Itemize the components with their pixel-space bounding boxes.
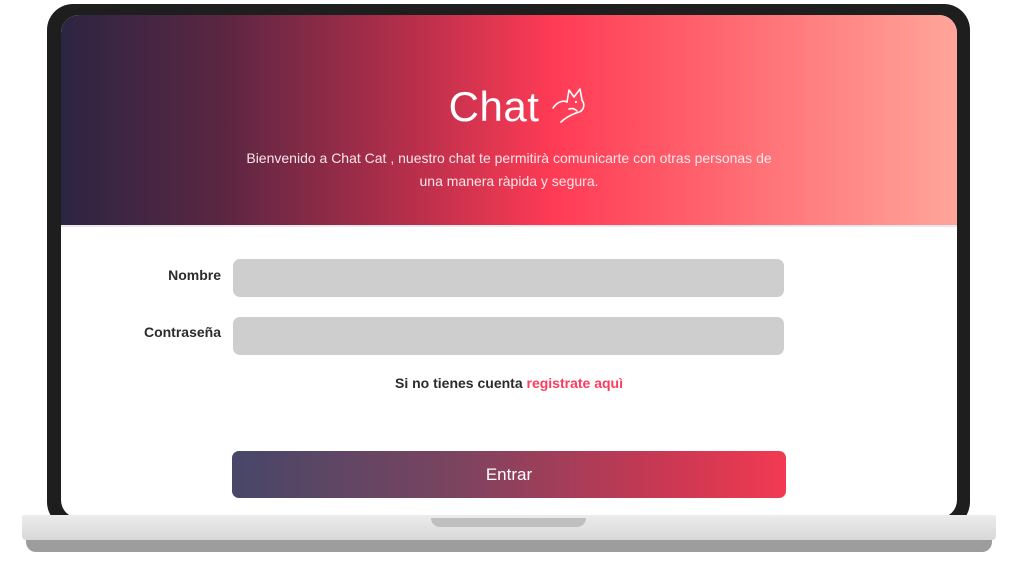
register-prompt-line: Si no tienes cuenta registrate aquì — [61, 375, 957, 391]
username-input[interactable] — [233, 259, 784, 297]
laptop-screen: Chat Bienvenido a Chat Cat , nuestro cha… — [61, 15, 957, 518]
register-link[interactable]: registrate aquì — [527, 375, 623, 391]
laptop-base-shadow — [26, 540, 992, 552]
hero-header: Chat Bienvenido a Chat Cat , nuestro cha… — [61, 15, 957, 226]
laptop-notch — [431, 518, 586, 527]
cat-icon — [552, 88, 585, 123]
password-label: Contraseña — [143, 324, 221, 340]
password-input[interactable] — [233, 317, 784, 355]
welcome-subtitle: Bienvenido a Chat Cat , nuestro chat te … — [246, 150, 772, 189]
username-label: Nombre — [168, 267, 221, 283]
app-title: Chat — [448, 83, 540, 130]
register-prompt: Si no tienes cuenta — [395, 375, 523, 391]
divider — [61, 225, 957, 227]
submit-button[interactable]: Entrar — [232, 451, 786, 498]
app-logo: Chat — [61, 79, 957, 135]
